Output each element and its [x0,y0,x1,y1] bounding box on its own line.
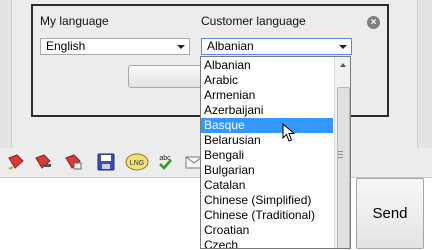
bookmark-add-icon[interactable] [6,152,26,172]
dropdown-option[interactable]: Albanian [201,58,333,73]
my-language-select[interactable]: English [40,38,190,55]
customer-language-value: Albanian [207,39,254,53]
scroll-up-icon[interactable] [335,57,350,73]
dropdown-option[interactable]: Armenian [201,88,333,103]
scrollbar-grip-icon [338,151,343,158]
dropdown-option[interactable]: Catalan [201,178,333,193]
dropdown-scrollbar[interactable] [334,57,350,248]
bookmark-edit-icon[interactable] [63,152,83,172]
spellcheck-icon[interactable]: abc [155,152,175,172]
language-dropdown-list[interactable]: Albanian Arabic Armenian Azerbaijani Bas… [200,56,351,249]
dropdown-option-highlighted[interactable]: Basque [201,118,333,133]
dropdown-option[interactable]: Chinese (Simplified) [201,193,333,208]
dropdown-option[interactable]: Croatian [201,223,333,238]
my-language-value: English [46,39,86,53]
chevron-down-icon [177,45,185,49]
language-icon[interactable]: LNG [125,152,149,172]
send-button[interactable]: Send [356,178,424,249]
svg-text:LNG: LNG [130,160,144,167]
mouse-cursor-icon [282,123,296,142]
dropdown-option[interactable]: Czech [201,238,333,248]
dropdown-option[interactable]: Azerbaijani [201,103,333,118]
dropdown-option[interactable]: Chinese (Traditional) [201,208,333,223]
scrollbar-thumb[interactable] [337,87,350,248]
my-language-label: My language [40,14,109,28]
customer-language-label: Customer language [201,14,306,28]
chevron-down-icon [339,45,347,49]
save-icon[interactable] [96,152,116,172]
customer-language-select[interactable]: Albanian [201,38,352,55]
dropdown-option[interactable]: Arabic [201,73,333,88]
dropdown-option[interactable]: Belarusian [201,133,333,148]
dropdown-option[interactable]: Bulgarian [201,163,333,178]
close-icon[interactable]: × [367,16,380,29]
bookmark-remove-icon[interactable] [33,152,53,172]
dropdown-option[interactable]: Bengali [201,148,333,163]
